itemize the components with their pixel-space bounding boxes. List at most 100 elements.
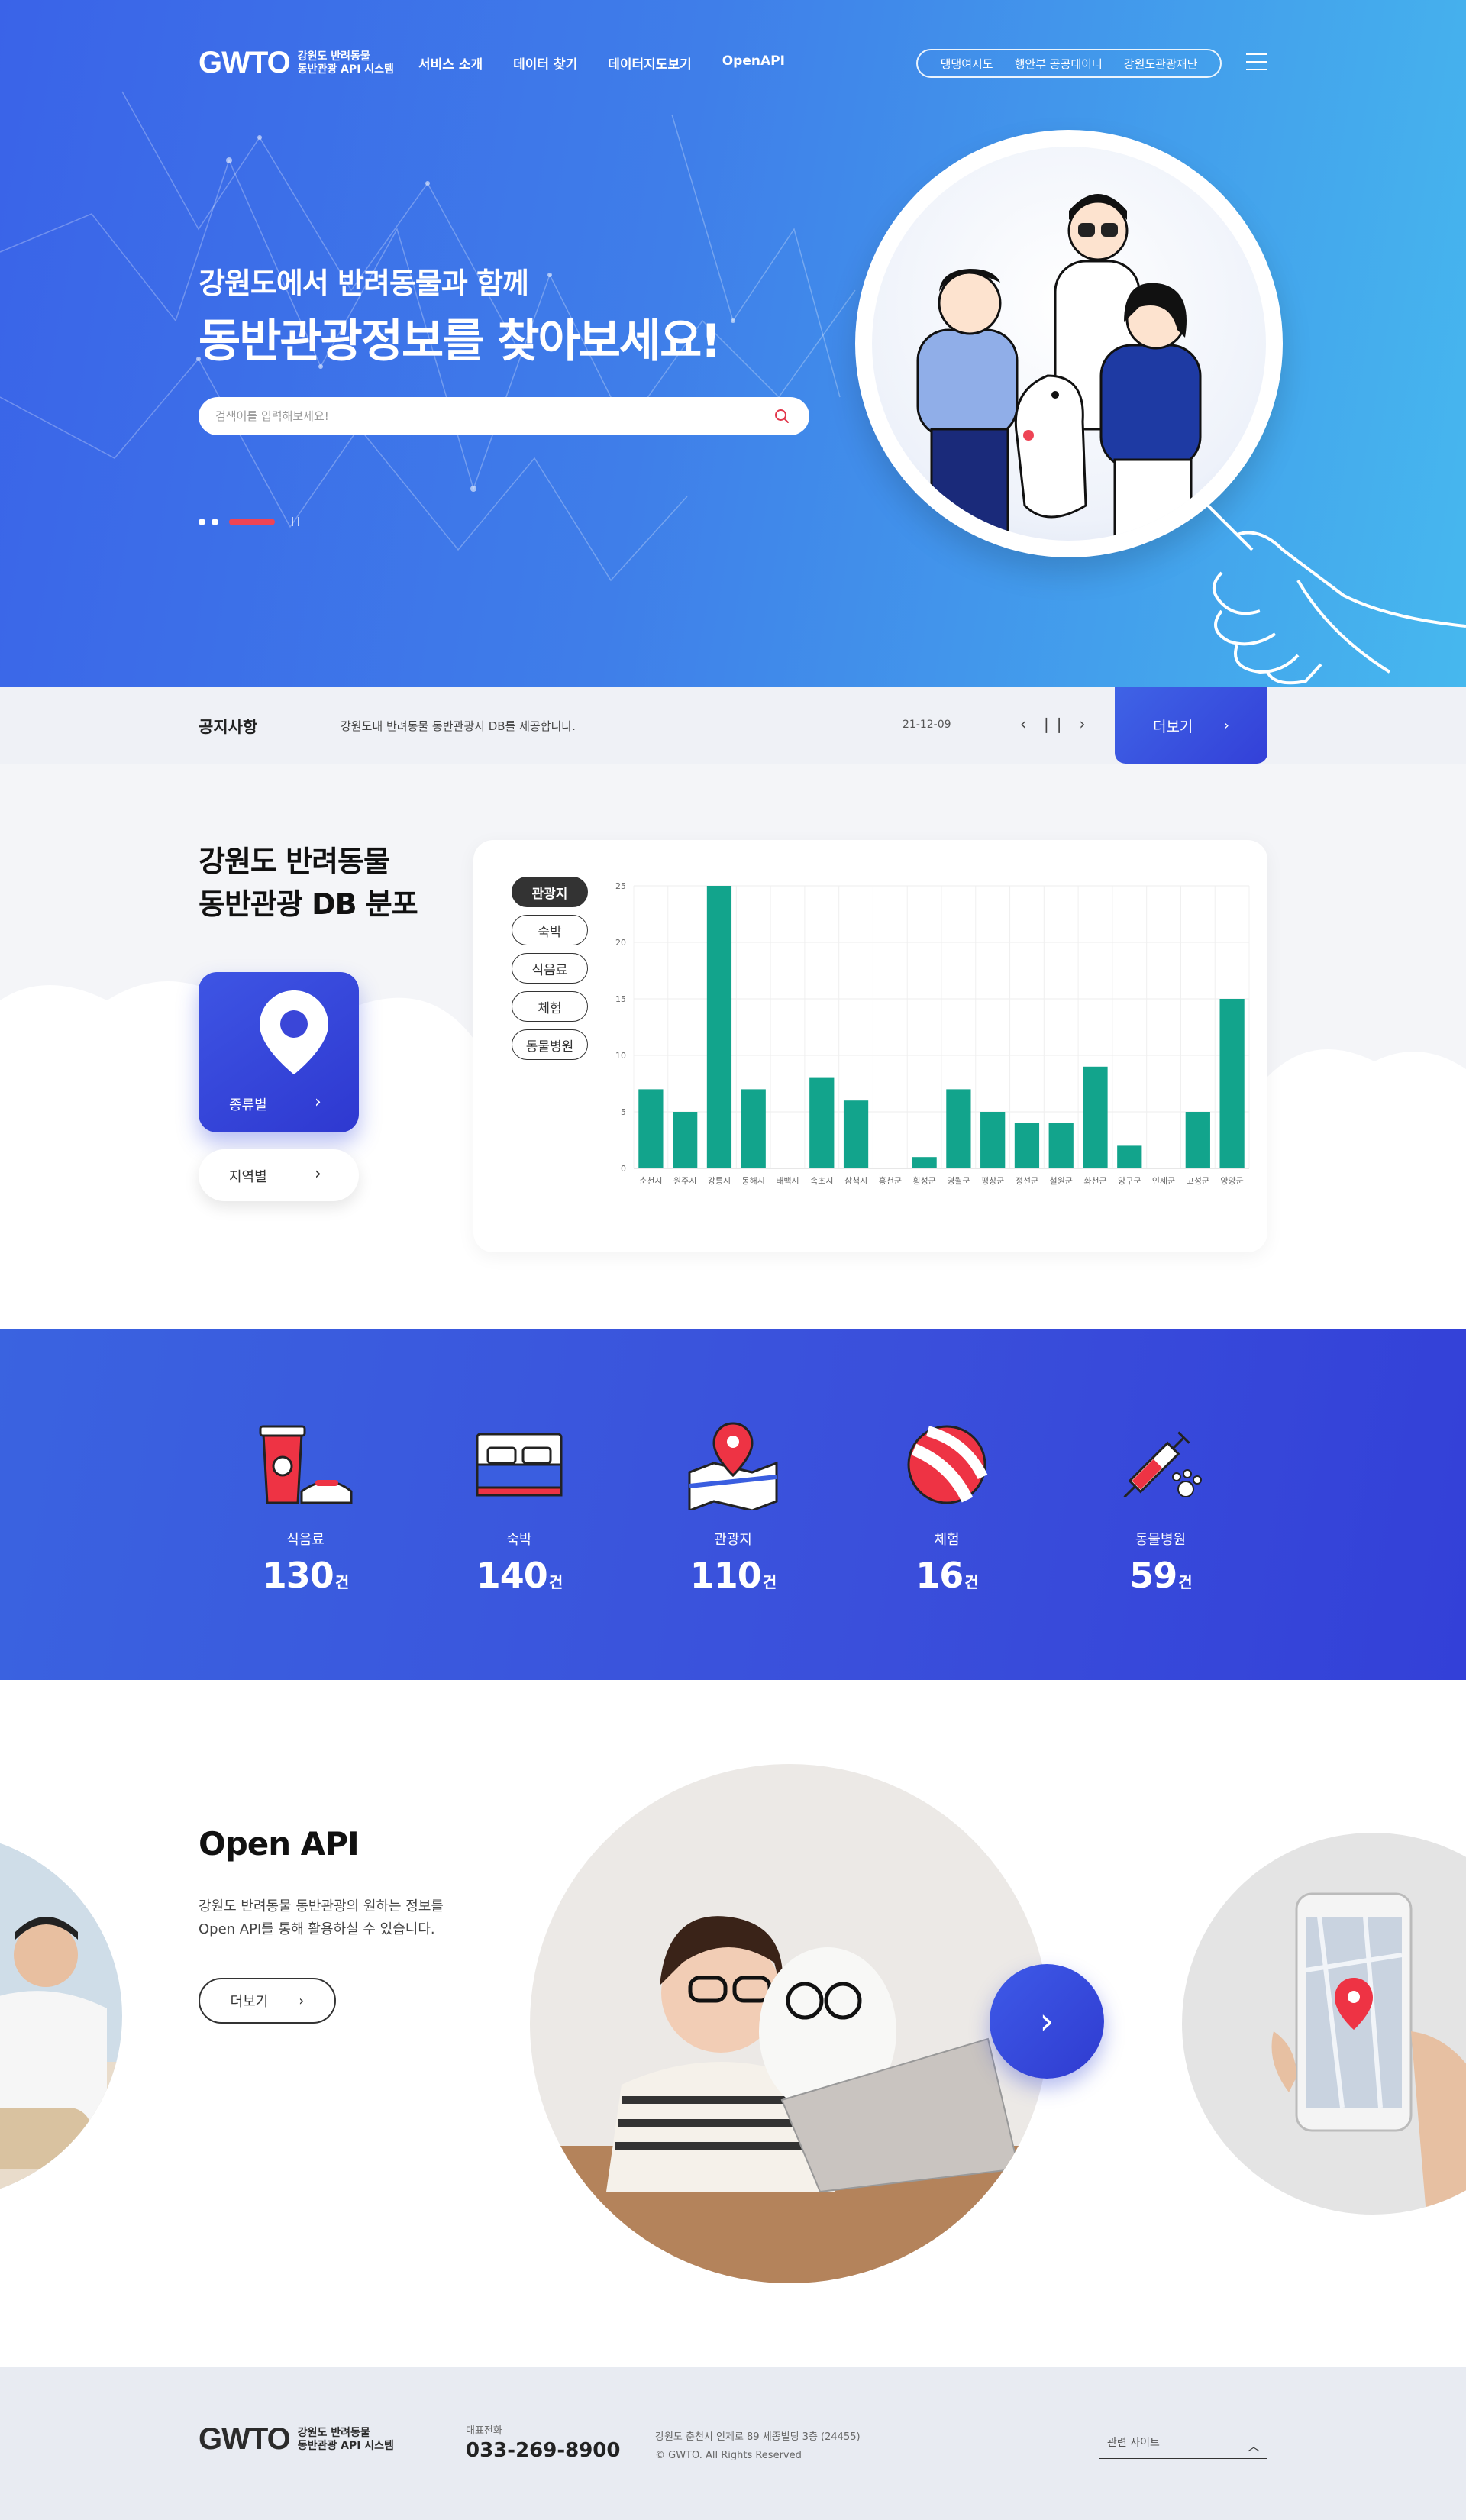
util-link-dangdang-map[interactable]: 댕댕여지도 (941, 56, 993, 72)
x-tick-label: 정선군 (1016, 1176, 1038, 1186)
chart-bar[interactable] (946, 1089, 971, 1168)
tab-experience[interactable]: 체험 (512, 991, 588, 1022)
bar-chart: 0 5 10 15 20 25 춘천시 원주시 강릉시 동해시 태백시 속초시 삼척시 홍천군 횡성군 영월군… (615, 881, 1250, 1186)
distribution-title: 강원도 반려동물 동반관광 DB 분포 (199, 840, 418, 926)
notice-link[interactable]: 강원도내 반려동물 동반관광지 DB를 제공합니다. (341, 718, 576, 734)
hamburger-menu-icon[interactable] (1246, 53, 1267, 72)
chevron-right-icon: › (1039, 2000, 1054, 2043)
openapi-more-button[interactable]: 더보기 › (199, 1978, 336, 2024)
chart-bar[interactable] (673, 1112, 698, 1168)
notice-more-button[interactable]: 더보기 › (1115, 687, 1267, 764)
tab-animal-hospital[interactable]: 동물병원 (512, 1029, 588, 1060)
slide-dot[interactable] (212, 518, 218, 525)
db-distribution-section: 강원도 반려동물 동반관광 DB 분포 종류별 › 지역별 › 관광지 숙박 식… (0, 764, 1466, 1329)
location-pin-icon (260, 990, 328, 1074)
x-tick-label: 횡성군 (912, 1176, 935, 1186)
openapi-more-label: 더보기 (230, 1994, 269, 2010)
site-footer: GWTO 강원도 반려동물 동반관광 API 시스템 대표전화 033-269-… (0, 2367, 1466, 2520)
bed-icon (476, 1433, 563, 1497)
openapi-description: 강원도 반려동물 동반관광의 원하는 정보를 Open API를 통해 활용하실… (199, 1895, 444, 1941)
chart-bar[interactable] (1014, 1123, 1040, 1168)
openapi-desc-line1: 강원도 반려동물 동반관광의 원하는 정보를 (199, 1898, 444, 1914)
tab-food[interactable]: 식음료 (512, 953, 588, 984)
stat-label: 숙박 (506, 1532, 532, 1548)
search-icon[interactable] (774, 409, 790, 424)
man-with-dog-photo (0, 1833, 122, 2199)
stat-experience: 체험 16 건 (870, 1419, 1023, 1596)
chart-bar[interactable] (1117, 1145, 1142, 1168)
hero-search-bar (199, 397, 809, 435)
footer-logo-text: 강원도 반려동물 동반관광 API 시스템 (297, 2426, 394, 2452)
stat-number: 59 (1129, 1555, 1177, 1596)
tab-lodging[interactable]: 숙박 (512, 915, 588, 945)
stat-attraction: 관광지 110 건 (657, 1419, 809, 1596)
pause-icon[interactable] (292, 517, 299, 526)
chart-bar[interactable] (1083, 1066, 1108, 1168)
search-input[interactable] (215, 406, 750, 426)
chart-bar[interactable] (706, 886, 732, 1168)
chart-bar[interactable] (638, 1089, 664, 1168)
hand-holding-magnifier-illustration (1205, 502, 1466, 685)
phone-map-photo (1182, 1833, 1466, 2215)
nav-item-service-intro[interactable]: 서비스 소개 (418, 53, 483, 73)
chart-bar[interactable] (912, 1157, 937, 1168)
y-tick-label: 0 (621, 1164, 626, 1174)
y-tick-label: 20 (615, 938, 626, 948)
x-tick-label: 강릉시 (708, 1176, 731, 1186)
util-link-public-data[interactable]: 행안부 공공데이터 (1015, 56, 1103, 72)
x-tick-label: 춘천시 (639, 1175, 662, 1186)
hero-subtitle: 강원도에서 반려동물과 함께 (199, 267, 529, 300)
x-tick-label: 철원군 (1050, 1176, 1073, 1186)
slide-dot-active[interactable] (229, 518, 275, 525)
stat-label: 관광지 (714, 1532, 752, 1548)
chart-bar[interactable] (1048, 1123, 1074, 1168)
x-tick-label: 평창군 (981, 1176, 1004, 1186)
next-arrow-icon[interactable]: › (1080, 716, 1086, 732)
openapi-section: Open API 강원도 반려동물 동반관광의 원하는 정보를 Open API… (0, 1680, 1466, 2367)
x-tick-label: 양구군 (1118, 1176, 1141, 1186)
copyright: © GWTO. All Rights Reserved (655, 2450, 802, 2461)
site-logo[interactable]: GWTO 강원도 반려동물 동반관광 API 시스템 (199, 46, 394, 80)
tab-attraction[interactable]: 관광지 (512, 877, 588, 907)
chart-bar[interactable] (1219, 999, 1245, 1168)
stat-value: 130 건 (229, 1555, 382, 1596)
related-sites-dropdown[interactable]: 관련 사이트 ︿ (1100, 2427, 1267, 2459)
stat-value: 59 건 (1084, 1555, 1237, 1596)
chart-bar[interactable] (843, 1100, 869, 1168)
prev-arrow-icon[interactable]: ‹ (1020, 716, 1026, 732)
footer-logo[interactable]: GWTO 강원도 반려동물 동반관광 API 시스템 (199, 2422, 394, 2457)
x-tick-label: 양양군 (1220, 1176, 1243, 1186)
by-region-button[interactable]: 지역별 › (199, 1149, 359, 1201)
chevron-right-icon: › (315, 1165, 321, 1184)
chart-bar[interactable] (741, 1089, 766, 1168)
x-tick-label: 원주시 (673, 1176, 696, 1186)
notice-more-label: 더보기 (1152, 718, 1193, 735)
stat-number: 130 (262, 1555, 334, 1596)
x-tick-label: 동해시 (742, 1175, 765, 1186)
chevron-right-icon: › (299, 1992, 305, 2009)
nav-item-openapi[interactable]: OpenAPI (722, 53, 785, 73)
y-tick-label: 10 (615, 1051, 626, 1061)
related-sites-label: 관련 사이트 (1107, 2437, 1160, 2449)
nav-item-data-search[interactable]: 데이터 찾기 (513, 53, 577, 73)
map-pin-icon (688, 1422, 778, 1513)
pause-icon[interactable]: ❘❘ (1040, 716, 1066, 732)
chart-bar[interactable] (809, 1077, 835, 1168)
chart-bar[interactable] (1185, 1112, 1210, 1168)
x-tick-label: 영월군 (947, 1176, 970, 1186)
by-type-button[interactable]: 종류별 › (199, 972, 359, 1132)
next-slide-button[interactable]: › (990, 1964, 1104, 2079)
nav-item-data-map[interactable]: 데이터지도보기 (608, 53, 691, 73)
notice-controls: ‹ ❘❘ › (1020, 716, 1086, 732)
woman-with-dog-laptop-photo (530, 1764, 1049, 2283)
openapi-title: Open API (199, 1825, 360, 1863)
x-tick-label: 화천군 (1083, 1175, 1106, 1186)
chart-bar[interactable] (980, 1112, 1006, 1168)
by-region-label: 지역별 (229, 1169, 267, 1185)
util-link-tourism-foundation[interactable]: 강원도관광재단 (1124, 56, 1198, 72)
ball-icon (907, 1425, 988, 1504)
tel-label: 대표전화 (466, 2425, 502, 2437)
y-tick-label: 25 (615, 881, 626, 891)
stat-animal-hospital: 동물병원 59 건 (1084, 1419, 1237, 1596)
slide-dot[interactable] (199, 518, 205, 525)
